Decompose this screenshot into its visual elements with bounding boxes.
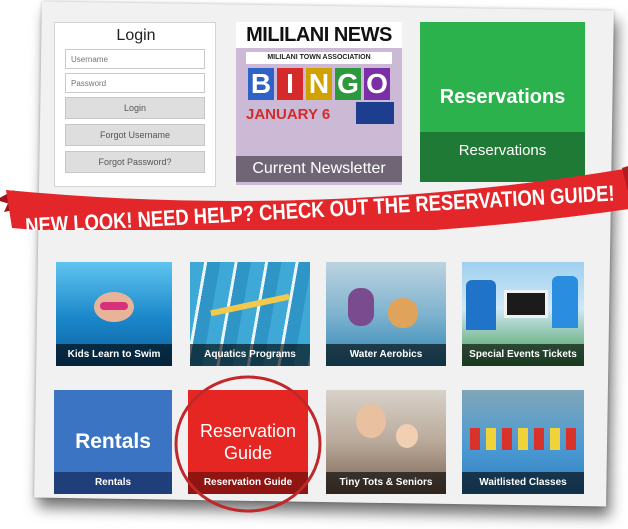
forgot-username-button[interactable]: Forgot Username [65, 124, 205, 146]
newsletter-date: JANUARY 6 [246, 106, 331, 123]
kids-learn-to-swim-tile[interactable]: Kids Learn to Swim [56, 262, 172, 366]
bingo-letter: O [364, 68, 390, 100]
rentals-tile[interactable]: Rentals Rentals [54, 390, 172, 494]
newsletter-masthead: MILILANI NEWS [236, 22, 402, 48]
rentals-caption: Rentals [54, 472, 172, 494]
bingo-graphic: B I N G O [248, 68, 390, 100]
person-photo [396, 424, 418, 448]
username-field[interactable] [65, 49, 205, 69]
pool-lane [210, 293, 290, 317]
water-aerobics-caption: Water Aerobics [326, 344, 446, 366]
association-logo [356, 102, 394, 124]
aerobics-person [388, 298, 418, 328]
announcement-ribbon: NEW LOOK! NEED HELP? CHECK OUT THE RESER… [0, 166, 628, 230]
special-events-tickets-tile[interactable]: Special Events Tickets [462, 262, 584, 366]
waitlisted-classes-tile[interactable]: Waitlisted Classes [462, 390, 584, 494]
rentals-heading: Rentals [75, 430, 151, 453]
tiny-tots-seniors-tile[interactable]: Tiny Tots & Seniors [326, 390, 446, 494]
login-title: Login [116, 27, 156, 44]
password-field[interactable] [65, 73, 205, 93]
movie-screen [504, 290, 548, 318]
water-slide [466, 280, 496, 330]
kids-in-pool [470, 428, 576, 450]
bingo-letter: G [335, 68, 361, 100]
water-aerobics-tile[interactable]: Water Aerobics [326, 262, 446, 366]
water-slide [552, 276, 578, 328]
bingo-letter: B [248, 68, 274, 100]
goggles [100, 302, 128, 310]
special-events-tickets-caption: Special Events Tickets [462, 344, 584, 366]
kids-learn-to-swim-caption: Kids Learn to Swim [56, 344, 172, 366]
bingo-letter: N [306, 68, 332, 100]
aerobics-person [348, 288, 374, 326]
tiny-tots-seniors-caption: Tiny Tots & Seniors [326, 472, 446, 494]
waitlisted-classes-caption: Waitlisted Classes [462, 472, 584, 494]
aquatics-programs-caption: Aquatics Programs [190, 344, 310, 366]
person-photo [356, 404, 386, 438]
bingo-letter: I [277, 68, 303, 100]
reservations-heading: Reservations [439, 86, 566, 108]
highlight-circle [174, 375, 322, 513]
newsletter-subhead: MILILANI TOWN ASSOCIATION [246, 52, 392, 64]
aquatics-programs-tile[interactable]: Aquatics Programs [190, 262, 310, 366]
login-button[interactable]: Login [65, 97, 205, 119]
